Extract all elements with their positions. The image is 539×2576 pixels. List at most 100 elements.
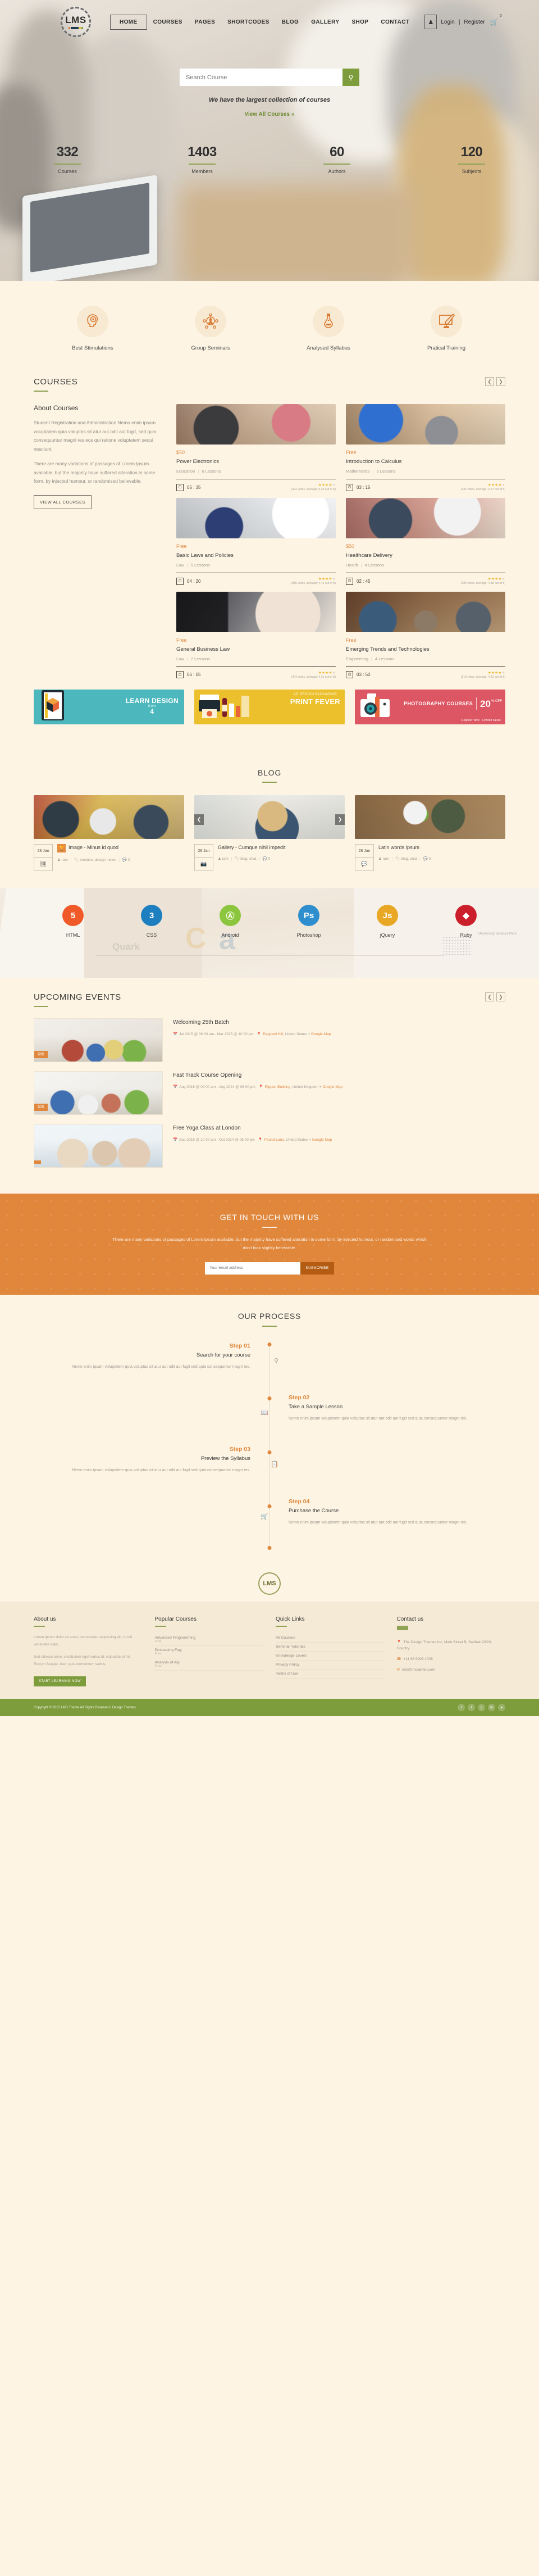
events-next-button[interactable]: ❯ <box>496 992 505 1002</box>
list-item[interactable]: Terms of Use <box>276 1670 385 1679</box>
search-button[interactable]: ⚲ <box>342 69 359 86</box>
photoshop-icon: Ps <box>298 905 319 927</box>
courses-carousel-arrows: ❮ ❯ <box>485 377 505 386</box>
photography-courses-banner[interactable]: PHOTOGRAPHY COURSES 20 % OFF Register No… <box>355 690 505 725</box>
view-all-courses-button[interactable]: VIEW ALL COURSES <box>34 495 92 509</box>
event-item[interactable]: Free Yoga Class at London 📅 Sep 2019 @ 10… <box>34 1124 505 1168</box>
event-title[interactable]: Welcoming 25th Batch <box>173 1019 331 1026</box>
course-card[interactable]: Free General Business Law Law | 7 Lessons … <box>176 591 336 680</box>
blog-post-title[interactable]: Gallery - Cumque nihil impedit <box>218 844 286 851</box>
nav-item-shortcodes[interactable]: SHORTCODES <box>221 15 276 29</box>
course-stars[interactable]: ★★★★★ <box>291 670 336 675</box>
login-link[interactable]: Login <box>441 19 454 25</box>
event-venue[interactable]: Pound Lane <box>264 1138 284 1142</box>
nav-item-shop[interactable]: SHOP <box>345 15 374 29</box>
event-map-link[interactable]: Google Map <box>312 1138 332 1142</box>
list-item[interactable]: Advanced Programming Free <box>154 1634 263 1647</box>
list-item[interactable]: Processing Fag. Free <box>154 1646 263 1659</box>
list-item[interactable]: Seminar Tutorials <box>276 1643 385 1652</box>
tech-item-android[interactable]: Ⓐ Android <box>191 905 270 938</box>
course-card[interactable]: $50 Healthcare Delivery Health | 4 Lessons… <box>346 497 505 586</box>
start-learning-now-button[interactable]: START LEARNING NOW <box>34 1676 86 1687</box>
course-stars[interactable]: ★★★★★ <box>461 483 505 487</box>
footer-phone[interactable]: ☎ +11 88 9908 1008 <box>397 1654 506 1665</box>
events-prev-button[interactable]: ❮ <box>485 992 494 1002</box>
twitter-icon[interactable]: t <box>468 1704 475 1712</box>
item-label: Seminar Tutorials <box>276 1645 305 1649</box>
blog-post-card[interactable]: ❮ ❯ 28 Jan 📷 Gallery - Cumque nihil impe… <box>194 795 345 872</box>
view-all-courses-link[interactable]: View All Courses » <box>245 111 295 117</box>
tech-item-photoshop[interactable]: Ps Photoshop <box>270 905 348 938</box>
course-stars[interactable]: ★★★★★ <box>291 483 336 487</box>
linkedin-icon[interactable]: in <box>488 1704 495 1712</box>
feature-best-stimulations[interactable]: Best Stimulations <box>34 306 152 351</box>
blog-next-button[interactable]: ❯ <box>335 814 345 826</box>
tech-item-css[interactable]: 3 CSS <box>112 905 191 938</box>
nav-item-home[interactable]: HOME <box>110 14 147 30</box>
courses-prev-button[interactable]: ❮ <box>485 377 494 386</box>
blog-post-title[interactable]: Image - Minus id quod <box>68 844 118 851</box>
blog-prev-button[interactable]: ❮ <box>194 814 204 826</box>
step-title: Search for your course <box>196 1352 250 1358</box>
event-venue[interactable]: Rippon Building <box>265 1085 291 1089</box>
course-card[interactable]: Free Emerging Trends and Technologies En… <box>346 591 505 680</box>
site-logo[interactable]: LMS <box>61 7 91 37</box>
event-map-link[interactable]: Google Map <box>311 1032 331 1036</box>
list-item[interactable]: All Courses <box>276 1634 385 1643</box>
register-link[interactable]: Register <box>464 19 485 25</box>
events-title: UPCOMING EVENTS <box>34 992 121 1003</box>
cart-icon[interactable]: 🛒 0 <box>490 14 502 26</box>
nav-item-pages[interactable]: PAGES <box>189 15 221 29</box>
course-card[interactable]: $50 Power Electronics Education | 6 Lesson… <box>176 404 336 492</box>
nav-item-courses[interactable]: COURSES <box>147 15 189 29</box>
learn-design-banner[interactable]: LEARN DESIGN from 4 <box>34 690 184 725</box>
blog-post-card[interactable]: 28 Jan 💬 Latin words Ipsum ♟ ram | 🏷 blo… <box>355 795 505 872</box>
event-title[interactable]: Free Yoga Class at London <box>173 1125 332 1131</box>
feature-group-seminars[interactable]: Group Seminars <box>152 306 270 351</box>
blog-post-title[interactable]: Latin words Ipsum <box>378 844 419 851</box>
footer-contact-column: Contact us 📍 The Design Themes Inc, Main … <box>396 1616 506 1686</box>
feature-pratical-training[interactable]: Pratical Training <box>387 306 505 351</box>
course-card[interactable]: Free Introduction to Calculus Mathematic… <box>346 404 505 492</box>
event-item[interactable]: $20 Fast Track Course Opening 📅 Aug 2015 … <box>34 1071 505 1115</box>
footer-email[interactable]: ✉ info@lmsadmin.com <box>397 1665 506 1675</box>
calendar-icon: 📅 <box>173 1032 178 1037</box>
subscribe-button[interactable]: SUBSCRIBE <box>300 1262 334 1275</box>
tech-item-jquery[interactable]: Js jQuery <box>348 905 427 938</box>
facebook-icon[interactable]: f <box>458 1704 465 1712</box>
course-card[interactable]: Free Basic Laws and Policies Law | 5 Lesso… <box>176 497 336 586</box>
list-item[interactable]: Privacy Policy <box>276 1661 385 1670</box>
user-icon[interactable]: ♟ <box>424 15 437 29</box>
footer-about-p1: Lorem ipsum dolor sit amet, consectetur … <box>34 1635 133 1647</box>
rss-icon[interactable]: ● <box>498 1704 505 1712</box>
courses-next-button[interactable]: ❯ <box>496 377 505 386</box>
list-item[interactable]: Analysis of Alg. Free <box>154 1658 263 1671</box>
map-pin-icon: 📍 <box>258 1138 263 1142</box>
nav-item-gallery[interactable]: GALLERY <box>305 15 345 29</box>
courses-section: COURSES ❮ ❯ About Courses Student Regist… <box>0 371 539 754</box>
course-lessons: 4 Lessons <box>364 562 384 568</box>
event-country: United States <box>285 1032 307 1037</box>
promo-title: PRINT FEVER <box>290 697 340 706</box>
footer-logo[interactable]: LMS <box>258 1572 281 1595</box>
course-category: Law <box>176 562 184 568</box>
tech-item-ruby[interactable]: ◆ Ruby <box>427 905 505 938</box>
google-plus-icon[interactable]: g <box>478 1704 485 1712</box>
event-map-link[interactable]: Google Map <box>323 1085 342 1089</box>
event-item[interactable]: $60 Welcoming 25th Batch 📅 Jul 2015 @ 08 … <box>34 1018 505 1063</box>
nav-item-blog[interactable]: BLOG <box>276 15 305 29</box>
course-stars[interactable]: ★★★★★ <box>461 670 505 675</box>
print-fever-banner[interactable]: AD DESIGN PACKAGING PRINT FEVER <box>194 690 345 725</box>
search-input[interactable] <box>180 69 342 86</box>
blog-post-card[interactable]: 28 Jan 🖼 🏆 Image - Minus id quod ♟ ram |… <box>34 795 184 872</box>
nav-item-contact[interactable]: CONTACT <box>374 15 415 29</box>
course-stars[interactable]: ★★★★★ <box>461 577 505 581</box>
blog-tags: blog, chat <box>240 856 257 861</box>
event-venue[interactable]: Peppard Hill <box>263 1032 282 1036</box>
course-stars[interactable]: ★★★★★ <box>291 577 336 581</box>
event-title[interactable]: Fast Track Course Opening <box>173 1072 342 1078</box>
feature-analysed-syllabus[interactable]: Analysed Syllabus <box>270 306 387 351</box>
list-item[interactable]: Knowledge Levels <box>276 1652 385 1661</box>
newsletter-email-input[interactable] <box>205 1262 301 1275</box>
tech-item-html[interactable]: 5 HTML <box>34 905 112 938</box>
